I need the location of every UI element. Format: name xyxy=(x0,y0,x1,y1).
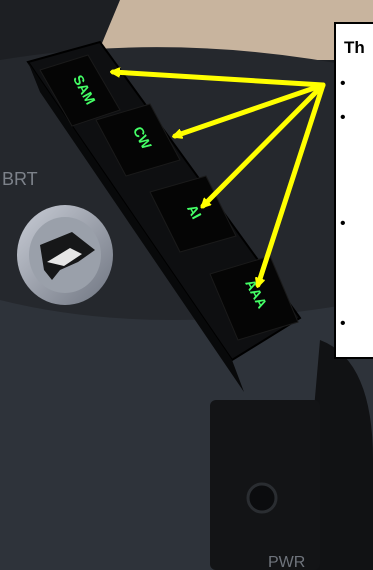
callout-bullet: • xyxy=(340,315,346,332)
callout-bullet: • xyxy=(340,75,346,92)
callout-box: Th • • • • xyxy=(334,22,373,359)
callout-bullet: • xyxy=(340,109,346,126)
callout-bullet: • xyxy=(340,215,346,232)
brt-label: BRT xyxy=(2,169,38,189)
pwr-label: PWR xyxy=(268,554,305,570)
cockpit-scene: BRT PWR SAM CW AI AAA xyxy=(0,0,373,570)
callout-title: Th xyxy=(344,38,365,57)
